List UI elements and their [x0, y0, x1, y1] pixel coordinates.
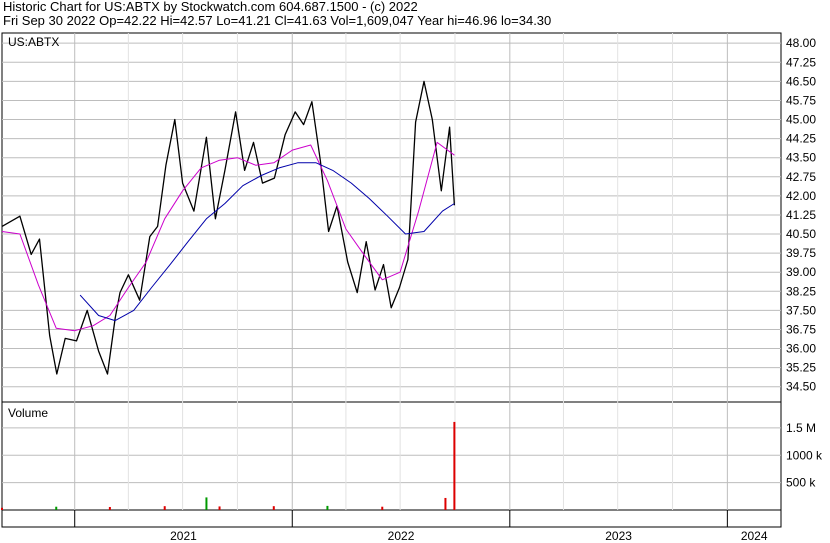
symbol-label: US:ABTX	[8, 35, 59, 49]
volume-bar	[444, 497, 447, 510]
volume-bar	[55, 506, 58, 510]
price-tick-label: 44.25	[786, 132, 816, 146]
price-tick-label: 43.50	[786, 151, 816, 165]
volume-title: Volume	[8, 406, 48, 420]
price-tick-label: 42.00	[786, 189, 816, 203]
volume-bar	[272, 506, 275, 510]
price-tick-label: 34.50	[786, 380, 816, 394]
price-tick-label: 42.75	[786, 170, 816, 184]
x-tick-label: 2023	[605, 529, 632, 543]
volume-tick-label: 1000 k	[786, 448, 823, 462]
price-tick-label: 41.25	[786, 208, 816, 222]
price-panel-frame	[1, 32, 782, 403]
price-tick-label: 39.75	[786, 246, 816, 260]
volume-bar	[381, 506, 384, 510]
series-moving-average-short	[1, 141, 455, 332]
x-tick-label: 2021	[170, 529, 197, 543]
date-axis-frame	[1, 509, 782, 528]
volume-tick-label: 1.5 M	[786, 421, 816, 435]
price-tick-label: 36.00	[786, 342, 816, 356]
x-tick-label: 2022	[388, 529, 415, 543]
price-tick-label: 36.75	[786, 322, 816, 336]
price-tick-label: 46.50	[786, 74, 816, 88]
series-moving-average-long	[79, 162, 455, 322]
price-tick-label: 37.50	[786, 303, 816, 317]
volume-bar	[205, 497, 208, 510]
price-tick-label: 35.25	[786, 361, 816, 375]
price-tick-label: 39.00	[786, 265, 816, 279]
price-tick-label: 48.00	[786, 36, 816, 50]
volume-bar	[163, 506, 166, 510]
price-tick-label: 47.25	[786, 55, 816, 69]
historic-chart: 48.00 47.25 46.50 45.75 45.00 44.25 43.50 42.75…	[1, 32, 823, 543]
volume-bar	[453, 421, 456, 510]
volume-bar	[326, 505, 329, 510]
price-tick-label: 45.75	[786, 93, 816, 107]
volume-tick-label: 500 k	[786, 476, 816, 490]
price-tick-label: 40.50	[786, 227, 816, 241]
volume-panel-frame	[1, 401, 782, 511]
price-tick-label: 38.25	[786, 284, 816, 298]
volume-bar	[108, 506, 111, 510]
volume-bar	[1, 507, 3, 510]
price-tick-label: 45.00	[786, 113, 816, 127]
volume-bar	[218, 506, 221, 510]
x-tick-label: 2024	[741, 529, 768, 543]
